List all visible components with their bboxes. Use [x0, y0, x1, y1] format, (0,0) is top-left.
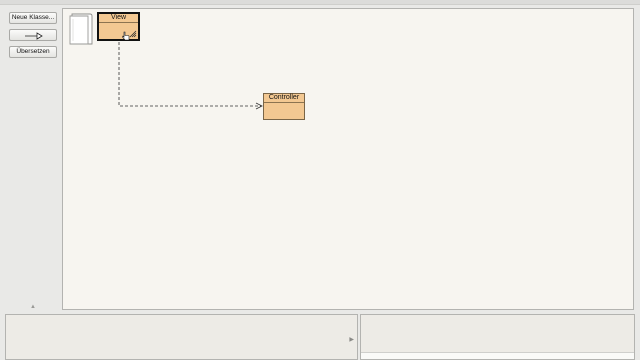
- inheritance-arrow-button[interactable]: [9, 29, 57, 41]
- inheritance-arrow-icon: [25, 32, 43, 40]
- object-bench-panel: ▶: [5, 314, 358, 360]
- dependency-arrow: [118, 37, 261, 107]
- class-diagram-canvas[interactable]: View Controller: [62, 8, 634, 310]
- class-box-controller[interactable]: Controller: [263, 93, 305, 120]
- class-box-view[interactable]: View: [97, 12, 140, 41]
- document-icon[interactable]: [69, 13, 93, 45]
- expand-right-icon[interactable]: ▶: [349, 337, 354, 343]
- class-name-controller: Controller: [264, 94, 304, 103]
- collapse-up-icon[interactable]: ▲: [30, 304, 36, 310]
- window-top-edge: [0, 0, 640, 5]
- relation-layer: [118, 37, 263, 110]
- code-pad-panel[interactable]: [360, 314, 635, 360]
- new-class-button[interactable]: Neue Klasse...: [9, 12, 57, 24]
- class-name-view: View: [99, 14, 138, 23]
- compile-button[interactable]: Übersetzen: [9, 46, 57, 58]
- resize-handle-icon[interactable]: [129, 30, 137, 38]
- code-pad-input-strip[interactable]: [361, 352, 634, 359]
- left-toolbar: Neue Klasse... Übersetzen ▲: [0, 4, 60, 312]
